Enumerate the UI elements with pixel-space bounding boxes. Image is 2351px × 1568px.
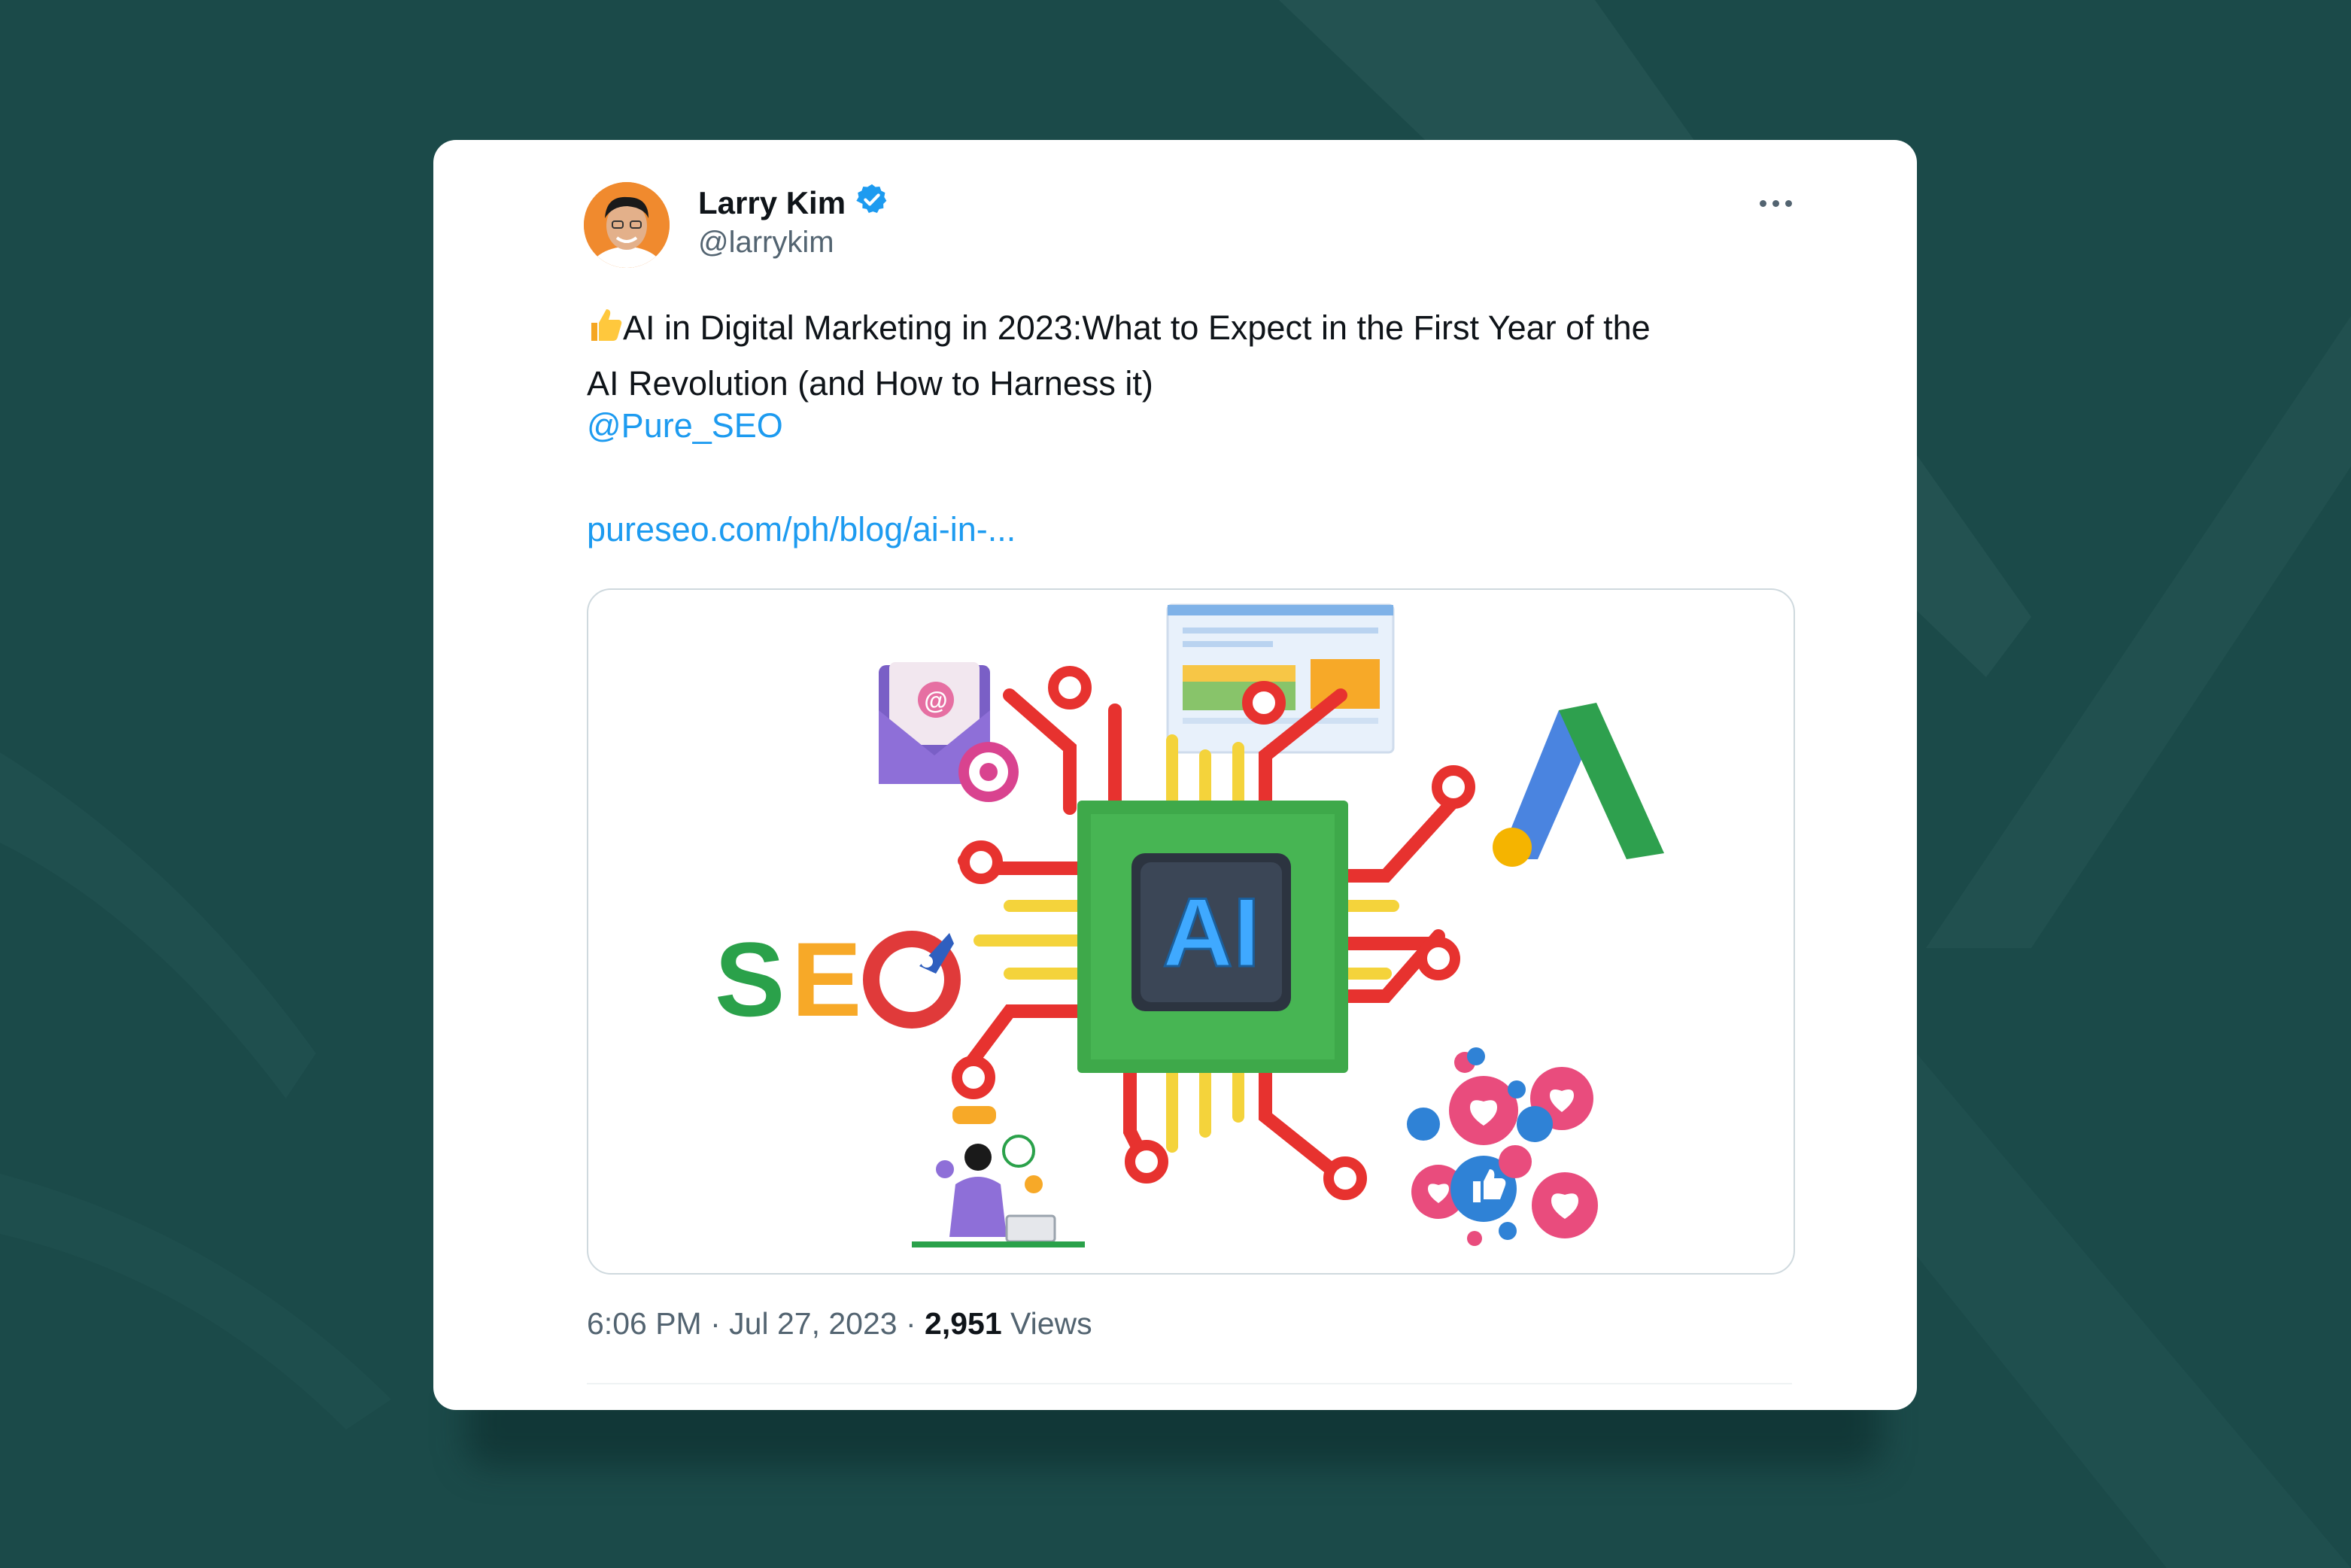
views-count: 2,951 (925, 1306, 1002, 1341)
author-handle[interactable]: @larrykim (698, 226, 834, 260)
google-ads-logo-icon (1493, 703, 1664, 867)
tweet-time[interactable]: 6:06 PM (587, 1306, 702, 1341)
verified-badge-icon (855, 182, 889, 224)
chip-ai-label: AI (1162, 877, 1260, 987)
divider (587, 1383, 1792, 1384)
ai-chip-icon: AI (1077, 801, 1348, 1073)
author-name-row[interactable]: Larry Kim (698, 182, 889, 224)
url-link[interactable]: pureseo.com/ph/blog/ai-in-... (587, 510, 1016, 549)
browser-window-illustration (1166, 603, 1395, 754)
media-image-card[interactable]: @ S E AI (587, 588, 1795, 1275)
seo-logo-icon: S E (715, 920, 961, 1038)
person-laptop-illustration (912, 1106, 1085, 1247)
tweet-text-line-1: AI in Digital Marketing in 2023:What to … (623, 308, 1651, 347)
email-target-icon: @ (879, 662, 1019, 802)
more-options-icon[interactable] (1745, 181, 1806, 226)
seo-letter-s: S (715, 920, 785, 1038)
mention-link[interactable]: @Pure_SEO (587, 406, 783, 445)
social-reactions-icon (1407, 1047, 1598, 1246)
tweet-text: AI in Digital Marketing in 2023:What to … (587, 302, 1791, 409)
tweet-meta: 6:06 PM · Jul 27, 2023 · 2,951 Views (587, 1306, 1092, 1341)
email-at-symbol: @ (924, 687, 947, 714)
thumbs-up-emoji-icon (587, 305, 623, 358)
tweet-date[interactable]: Jul 27, 2023 (729, 1306, 897, 1341)
avatar[interactable] (584, 182, 670, 268)
author-name[interactable]: Larry Kim (698, 185, 846, 221)
tweet-text-line-2: AI Revolution (and How to Harness it) (587, 364, 1153, 403)
views-label: Views (1010, 1306, 1092, 1341)
seo-letter-e: E (791, 920, 861, 1038)
